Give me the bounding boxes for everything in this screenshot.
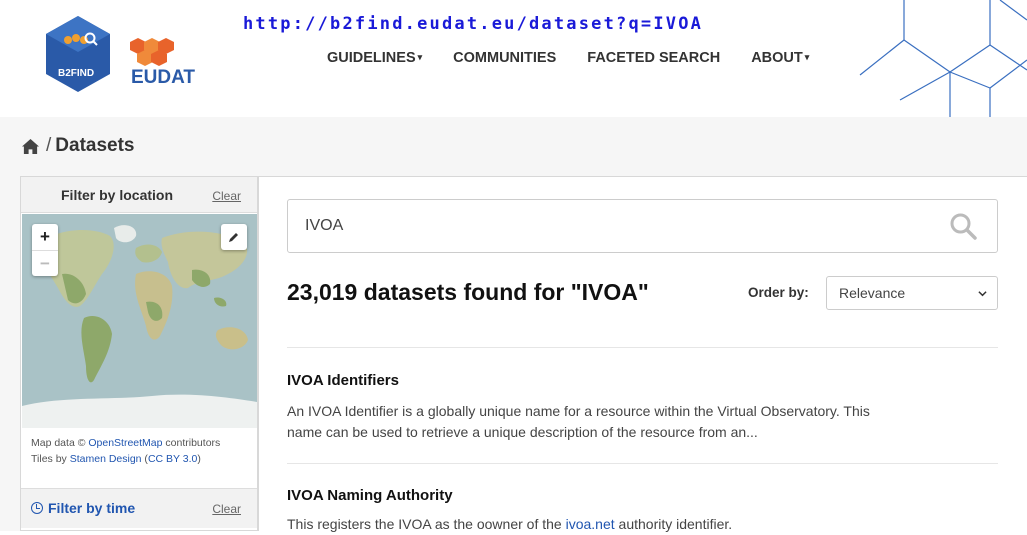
world-map[interactable]: + − <box>22 214 257 428</box>
attribution-text: ) <box>197 453 201 465</box>
brand-text: EUDAT <box>131 67 195 88</box>
search-icon[interactable] <box>949 212 977 240</box>
map-attribution: Map data © OpenStreetMap contributors Ti… <box>31 435 220 467</box>
search-query: IVOA <box>305 217 344 234</box>
caret-down-icon: ▾ <box>417 52 423 62</box>
cc-by-link[interactable]: CC BY 3.0 <box>148 453 197 465</box>
order-by-value: Relevance <box>839 285 906 301</box>
draw-area-button[interactable] <box>221 224 247 250</box>
breadcrumb-separator: / <box>46 135 52 156</box>
filter-sidebar: Filter by location Clear + − Map data © … <box>20 176 258 531</box>
result-description-text: authority identifier. <box>614 516 733 532</box>
nav-label: ABOUT <box>751 50 803 66</box>
breadcrumb: / Datasets <box>21 135 135 157</box>
home-icon[interactable] <box>21 138 40 155</box>
time-filter-header: Filter by time Clear <box>21 488 257 528</box>
time-clear-link[interactable]: Clear <box>212 502 241 516</box>
nav-label: FACETED SEARCH <box>587 50 721 66</box>
result-description-line: An IVOA Identifier is a globally unique … <box>287 403 870 419</box>
location-clear-link[interactable]: Clear <box>212 189 241 203</box>
map-zoom-control: + − <box>32 224 58 276</box>
result-title-link[interactable]: IVOA Identifiers <box>287 372 399 389</box>
result-count-heading: 23,019 datasets found for "IVOA" <box>287 279 649 305</box>
logo-text: B2FIND <box>58 68 94 79</box>
clock-icon <box>31 502 43 514</box>
decorative-hex-lines <box>859 0 1027 117</box>
time-filter-title[interactable]: Filter by time <box>31 500 135 516</box>
result-description-line: name can be used to retrieve a unique de… <box>287 424 758 440</box>
search-input[interactable]: IVOA <box>287 199 998 253</box>
location-filter-title: Filter by location <box>61 187 174 203</box>
nav-label: GUIDELINES <box>327 50 416 66</box>
order-by-select[interactable]: Relevance <box>826 276 998 310</box>
stamen-design-link[interactable]: Stamen Design <box>70 453 142 465</box>
site-header: B2FIND EUDAT http://b2find.eudat.eu/data… <box>0 0 1027 117</box>
attribution-text: contributors <box>162 437 221 449</box>
zoom-out-button[interactable]: − <box>32 250 58 276</box>
breadcrumb-current: Datasets <box>55 135 135 156</box>
openstreetmap-link[interactable]: OpenStreetMap <box>88 437 162 449</box>
main-nav: GUIDELINES ▾ COMMUNITIES FACETED SEARCH A… <box>327 50 840 66</box>
nav-communities[interactable]: COMMUNITIES <box>453 50 556 66</box>
caret-down-icon: ▾ <box>804 52 810 62</box>
ivoa-net-link[interactable]: ivoa.net <box>566 516 615 532</box>
pencil-icon <box>229 233 238 242</box>
nav-about[interactable]: ABOUT ▾ <box>751 50 809 66</box>
result-description: This registers the IVOA as the oowner of… <box>287 514 987 535</box>
attribution-text: Map data © <box>31 437 89 449</box>
location-filter-header: Filter by location Clear <box>21 177 257 213</box>
divider <box>287 463 998 464</box>
results-panel: IVOA 23,019 datasets found for "IVOA" Or… <box>258 176 1027 532</box>
divider <box>287 347 998 348</box>
url-annotation: http://b2find.eudat.eu/dataset?q=IVOA <box>243 14 704 34</box>
time-filter-label: Filter by time <box>48 500 136 516</box>
nav-label: COMMUNITIES <box>453 50 557 66</box>
result-description: An IVOA Identifier is a globally unique … <box>287 401 987 443</box>
b2find-eudat-logo[interactable]: B2FIND EUDAT <box>38 14 208 94</box>
nav-faceted-search[interactable]: FACETED SEARCH <box>587 50 720 66</box>
result-description-text: This registers the IVOA as the oowner of… <box>287 516 566 532</box>
attribution-text: Tiles by <box>31 453 70 465</box>
order-by-label: Order by: <box>748 285 809 300</box>
zoom-in-button[interactable]: + <box>32 224 58 250</box>
chevron-down-icon <box>978 291 987 297</box>
result-title-link[interactable]: IVOA Naming Authority <box>287 487 453 504</box>
nav-guidelines[interactable]: GUIDELINES ▾ <box>327 50 422 66</box>
